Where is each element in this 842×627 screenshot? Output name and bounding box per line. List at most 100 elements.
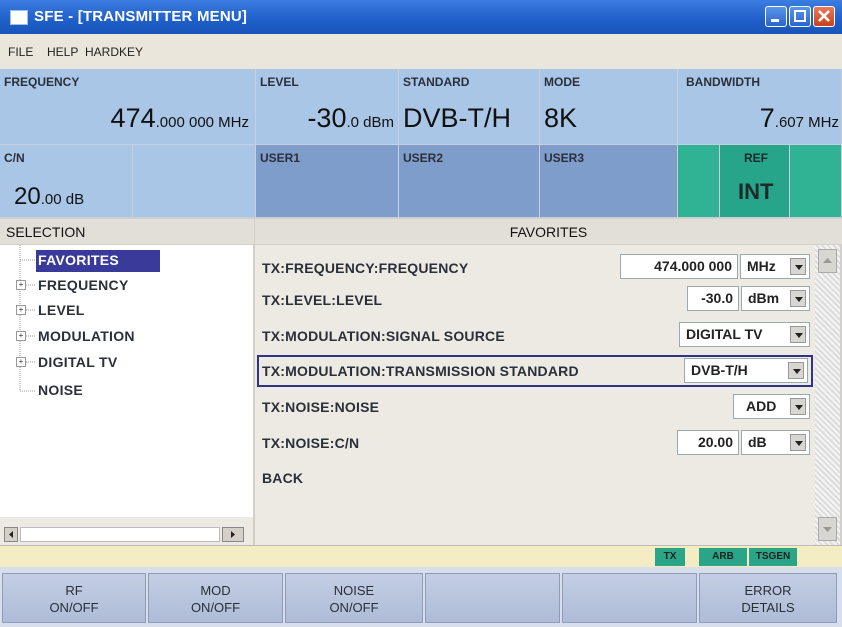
level-label: LEVEL (260, 75, 299, 89)
tree-hscrollbar[interactable] (0, 517, 253, 545)
scroll-right-icon[interactable] (222, 527, 244, 542)
ref-value: INT (738, 179, 774, 204)
ref-panel[interactable]: REF INT (720, 145, 790, 218)
softkey-line2: DETAILS (741, 600, 795, 615)
frequency-value: 474.000 000 MHz (110, 103, 249, 133)
fav-row-cn-label[interactable]: TX:NOISE:C/N (262, 435, 359, 451)
tree-item-noise[interactable]: NOISE (38, 382, 83, 398)
fav-row-transmission-standard-label[interactable]: TX:MODULATION:TRANSMISSION STANDARD (262, 363, 579, 379)
noise-onoff-softkey[interactable]: NOISE ON/OFF (285, 573, 423, 623)
chevron-down-icon[interactable] (790, 398, 806, 415)
cn-label: C/N (4, 151, 25, 165)
frequency-input[interactable]: 474.000 000 (620, 254, 738, 279)
user1-label: USER1 (260, 151, 301, 165)
chevron-down-icon[interactable] (790, 290, 806, 307)
user1-panel[interactable]: USER1 (256, 145, 399, 218)
fav-row-noise-label[interactable]: TX:NOISE:NOISE (262, 399, 379, 415)
softkey-5[interactable] (562, 573, 697, 623)
frequency-label: FREQUENCY (4, 75, 80, 89)
chevron-down-icon[interactable] (790, 326, 806, 343)
ref-label: REF (744, 151, 768, 165)
mode-value: 8K (544, 103, 578, 133)
mod-onoff-softkey[interactable]: MOD ON/OFF (148, 573, 283, 623)
minimize-button[interactable] (765, 6, 787, 27)
status-tsgen: TSGEN (749, 548, 797, 566)
close-button[interactable] (813, 6, 835, 27)
scroll-left-icon[interactable] (4, 527, 18, 542)
chevron-down-icon[interactable] (790, 258, 806, 275)
app-icon (10, 10, 28, 25)
scroll-up-icon[interactable] (818, 249, 837, 273)
expand-icon[interactable]: + (16, 357, 26, 367)
tree-item-favorites[interactable]: FAVORITES (38, 252, 119, 268)
close-icon (818, 10, 830, 22)
maximize-icon (794, 10, 806, 22)
level-input[interactable]: -30.0 (687, 286, 739, 311)
frequency-panel[interactable]: FREQUENCY 474.000 000 MHz (0, 69, 256, 145)
expand-icon[interactable]: + (16, 280, 26, 290)
softkey-line1: RF (65, 583, 83, 598)
expand-icon[interactable]: + (16, 305, 26, 315)
favorites-list: TX:FREQUENCY:FREQUENCY 474.000 000 MHz T… (255, 245, 815, 545)
cn-input[interactable]: 20.00 (677, 430, 739, 455)
level-panel[interactable]: LEVEL -30.0 dBm (256, 69, 399, 145)
chevron-down-icon[interactable] (788, 362, 804, 379)
softkey-line1: MOD (200, 583, 231, 598)
tree-item-level[interactable]: LEVEL (38, 302, 85, 318)
chevron-down-icon[interactable] (790, 434, 806, 451)
signal-source-select[interactable]: DIGITAL TV (679, 322, 810, 347)
menu-help[interactable]: HELP (47, 45, 78, 59)
bandwidth-value: 7.607 MHz (759, 103, 839, 133)
fav-row-level-label[interactable]: TX:LEVEL:LEVEL (262, 292, 382, 308)
status-tx: TX (655, 548, 685, 566)
softkey-line2: ON/OFF (49, 600, 99, 615)
ref-left-strip (678, 145, 720, 218)
status-bar: TX ARB TSGEN (0, 545, 842, 568)
bandwidth-label: BANDWIDTH (686, 75, 760, 89)
selection-title: SELECTION (6, 224, 86, 240)
rf-onoff-softkey[interactable]: RF ON/OFF (2, 573, 146, 623)
error-details-softkey[interactable]: ERROR DETAILS (699, 573, 837, 623)
frequency-unit-select[interactable]: MHz (740, 254, 810, 279)
fav-row-frequency-label[interactable]: TX:FREQUENCY:FREQUENCY (262, 260, 468, 276)
window-title: SFE - [TRANSMITTER MENU] (34, 8, 248, 25)
user2-label: USER2 (403, 151, 444, 165)
title-bar: SFE - [TRANSMITTER MENU] (0, 0, 842, 34)
maximize-button[interactable] (789, 6, 811, 27)
ref-right-strip (790, 145, 842, 218)
menu-file[interactable]: FILE (8, 45, 33, 59)
softkey-line2: ON/OFF (190, 600, 241, 615)
bandwidth-panel[interactable]: BANDWIDTH 7.607 MHz (678, 69, 842, 145)
softkey-4[interactable] (425, 573, 560, 623)
softkey-line2: ON/OFF (329, 600, 379, 615)
mode-label: MODE (544, 75, 580, 89)
back-item[interactable]: BACK (262, 470, 303, 486)
tree-item-frequency[interactable]: FREQUENCY (38, 277, 129, 293)
tree-lines (19, 245, 36, 392)
tree-item-modulation[interactable]: MODULATION (38, 328, 135, 344)
softkey-line1: NOISE (333, 583, 375, 598)
mode-panel[interactable]: MODE 8K (540, 69, 678, 145)
standard-panel[interactable]: STANDARD DVB-T/H (399, 69, 540, 145)
favorites-header: FAVORITES (255, 219, 842, 244)
transmission-standard-select[interactable]: DVB-T/H (684, 358, 808, 383)
minimize-icon (771, 19, 779, 22)
noise-select[interactable]: ADD (733, 394, 810, 419)
fav-row-signal-source-label[interactable]: TX:MODULATION:SIGNAL SOURCE (262, 328, 505, 344)
user2-panel[interactable]: USER2 (399, 145, 540, 218)
user3-label: USER3 (544, 151, 585, 165)
empty-panel (133, 145, 256, 218)
standard-value: DVB-T/H (403, 103, 511, 133)
softkey-line1: ERROR (744, 583, 792, 598)
level-unit-select[interactable]: dBm (741, 286, 810, 311)
expand-icon[interactable]: + (16, 331, 26, 341)
user3-panel[interactable]: USER3 (540, 145, 678, 218)
cn-panel[interactable]: C/N 20.00 dB (0, 145, 133, 218)
tree-item-digital-tv[interactable]: DIGITAL TV (38, 354, 117, 370)
tree-hscroll-track[interactable] (20, 527, 220, 542)
scroll-down-icon[interactable] (818, 517, 837, 541)
level-value: -30.0 dBm (307, 103, 394, 133)
cn-unit-select[interactable]: dB (741, 430, 810, 455)
favorites-vscrollbar[interactable] (815, 245, 840, 545)
menu-hardkey[interactable]: HARDKEY (85, 45, 143, 59)
